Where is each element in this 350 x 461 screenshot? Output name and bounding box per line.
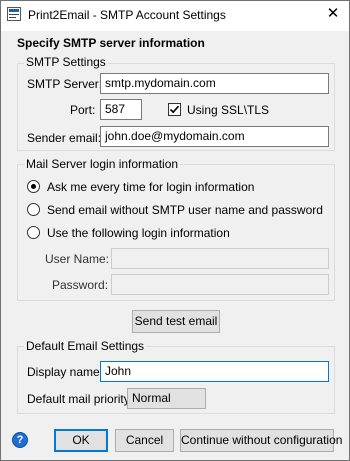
mail-priority-label: Default mail priority: — [27, 392, 134, 406]
radio-use-login-label[interactable]: Use the following login information — [47, 226, 230, 240]
radio-no-credentials-label[interactable]: Send email without SMTP user name and pa… — [47, 203, 323, 217]
app-icon — [7, 7, 21, 21]
port-label: Port: — [70, 103, 96, 117]
ok-button[interactable]: OK — [54, 429, 108, 452]
page-heading: Specify SMTP server information — [17, 36, 205, 50]
title-bar[interactable]: Print2Email - SMTP Account Settings ✕ — [1, 1, 349, 31]
help-icon[interactable]: ? — [12, 432, 28, 448]
port-input[interactable]: 587 — [100, 99, 142, 120]
display-name-input[interactable]: John — [100, 361, 329, 382]
default-email-title: Default Email Settings — [24, 339, 147, 353]
display-name-label: Display name: — [27, 365, 104, 379]
username-label: User Name: — [45, 252, 110, 266]
smtp-server-label: SMTP Server: — [27, 77, 103, 91]
checkmark-icon — [169, 105, 180, 114]
password-label: Password: — [52, 278, 109, 292]
smtp-settings-title: SMTP Settings — [24, 55, 108, 69]
continue-without-config-button[interactable]: Continue without configuration — [180, 429, 342, 452]
sender-email-input[interactable]: john.doe@mydomain.com — [100, 126, 329, 147]
radio-no-credentials[interactable] — [27, 203, 40, 216]
login-group-title: Mail Server login information — [24, 157, 181, 171]
radio-use-login[interactable] — [27, 226, 40, 239]
radio-ask-every-time-label[interactable]: Ask me every time for login information — [47, 180, 254, 194]
ssl-label: Using SSL\TLS — [187, 103, 270, 117]
sender-email-label: Sender email: — [27, 131, 102, 145]
ssl-checkbox[interactable] — [168, 103, 181, 116]
close-icon[interactable]: ✕ — [319, 3, 347, 27]
mail-priority-value: Normal — [132, 391, 171, 405]
mail-priority-select[interactable]: Normal — [127, 388, 206, 409]
radio-ask-every-time[interactable] — [27, 180, 40, 193]
password-input[interactable] — [111, 274, 329, 295]
cancel-button[interactable]: Cancel — [115, 429, 174, 452]
window-title: Print2Email - SMTP Account Settings — [28, 8, 226, 22]
smtp-server-input[interactable]: smtp.mydomain.com — [100, 73, 329, 94]
send-test-email-button[interactable]: Send test email — [132, 310, 220, 333]
radio-selected-dot — [31, 184, 36, 189]
dialog-window: Print2Email - SMTP Account Settings ✕ Sp… — [0, 0, 350, 461]
username-input[interactable] — [111, 248, 329, 269]
